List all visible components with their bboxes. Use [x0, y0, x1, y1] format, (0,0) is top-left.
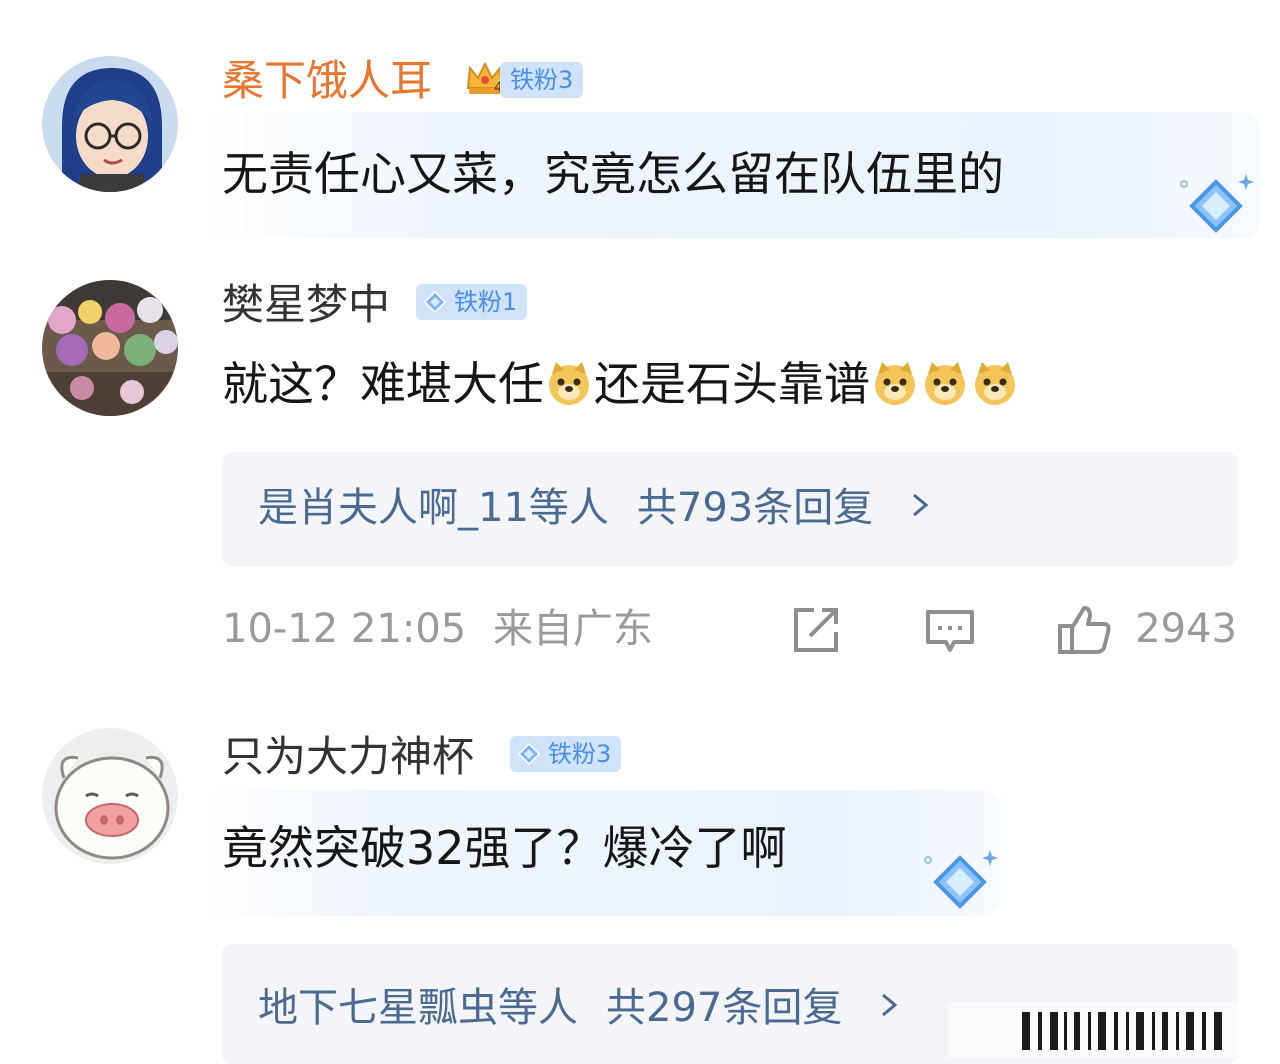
username[interactable]: 樊星梦中	[222, 280, 390, 330]
diamond-icon	[518, 743, 540, 765]
comment-text: 就这？难堪大任 还是石头靠谱	[222, 356, 1020, 412]
comment-text: 竟然突破32强了？爆冷了啊	[222, 821, 787, 875]
doge-emoji-icon	[549, 362, 589, 405]
thumbs-up-icon[interactable]	[1056, 604, 1112, 656]
diamond-icon	[424, 291, 446, 313]
replies-preview-text: 是肖夫人啊_11等人 共793条回复	[258, 480, 936, 536]
replies-preview-text: 地下七星瓢虫等人 共297条回复	[258, 980, 905, 1036]
comment-meta-row: 10-12 21:05 来自广东 2943	[222, 600, 1237, 660]
comment-item: 樊星梦中 铁粉1 就这？难堪大任 还是石头靠谱 是肖夫人啊_11等人 共793条回复…	[0, 260, 1280, 700]
username[interactable]: 桑下饿人耳	[222, 56, 432, 106]
fan-badge[interactable]: 铁粉3	[510, 736, 622, 772]
chevron-right-icon	[882, 993, 898, 1017]
avatar[interactable]	[42, 56, 178, 192]
comment-location: 来自广东	[492, 606, 653, 652]
share-icon[interactable]	[790, 604, 842, 656]
avatar-flower-shop-image	[42, 280, 178, 416]
fan-badge[interactable]: 铁粉3	[500, 62, 584, 98]
fan-badge[interactable]: 铁粉1	[416, 284, 528, 320]
fan-badge-label: 铁粉3	[510, 66, 574, 94]
avatar[interactable]	[42, 728, 178, 864]
reply-count: 共793条回复	[636, 485, 874, 531]
comment-text-part: 还是石头靠谱	[594, 357, 870, 411]
comment-item: 桑下饿人耳 4 铁粉3 无责任心又菜，究竟怎么留在队伍里的	[0, 0, 1280, 260]
comment-text: 无责任心又菜，究竟怎么留在队伍里的	[222, 147, 1004, 201]
chevron-right-icon	[913, 493, 929, 517]
username[interactable]: 只为大力神杯	[222, 732, 474, 782]
comment-timestamp: 10-12 21:05 来自广东	[222, 602, 653, 656]
fan-badge-label: 铁粉1	[454, 288, 518, 316]
doge-emoji-icon	[975, 362, 1015, 405]
watermark-barcode-image	[948, 1002, 1258, 1058]
sparkle-diamond-icon	[1176, 170, 1256, 250]
avatar[interactable]	[42, 280, 178, 416]
reply-count: 共297条回复	[606, 985, 843, 1031]
comment-time: 10-12 21:05	[222, 606, 467, 652]
like-count: 2943	[1135, 606, 1237, 652]
doge-emoji-icon	[925, 362, 965, 405]
fan-badge-label: 铁粉3	[548, 740, 612, 768]
avatar-pig-image	[42, 728, 178, 864]
reply-users: 地下七星瓢虫等人	[258, 985, 578, 1031]
comment-icon[interactable]	[924, 604, 976, 656]
doge-emoji-icon	[875, 362, 915, 405]
reply-users: 是肖夫人啊_11等人	[258, 485, 609, 531]
sparkle-diamond-icon	[920, 846, 1000, 926]
avatar-girl-glasses-image	[42, 56, 178, 192]
replies-preview-button[interactable]: 是肖夫人啊_11等人 共793条回复	[222, 452, 1237, 566]
comment-text-part: 就这？难堪大任	[222, 357, 544, 411]
